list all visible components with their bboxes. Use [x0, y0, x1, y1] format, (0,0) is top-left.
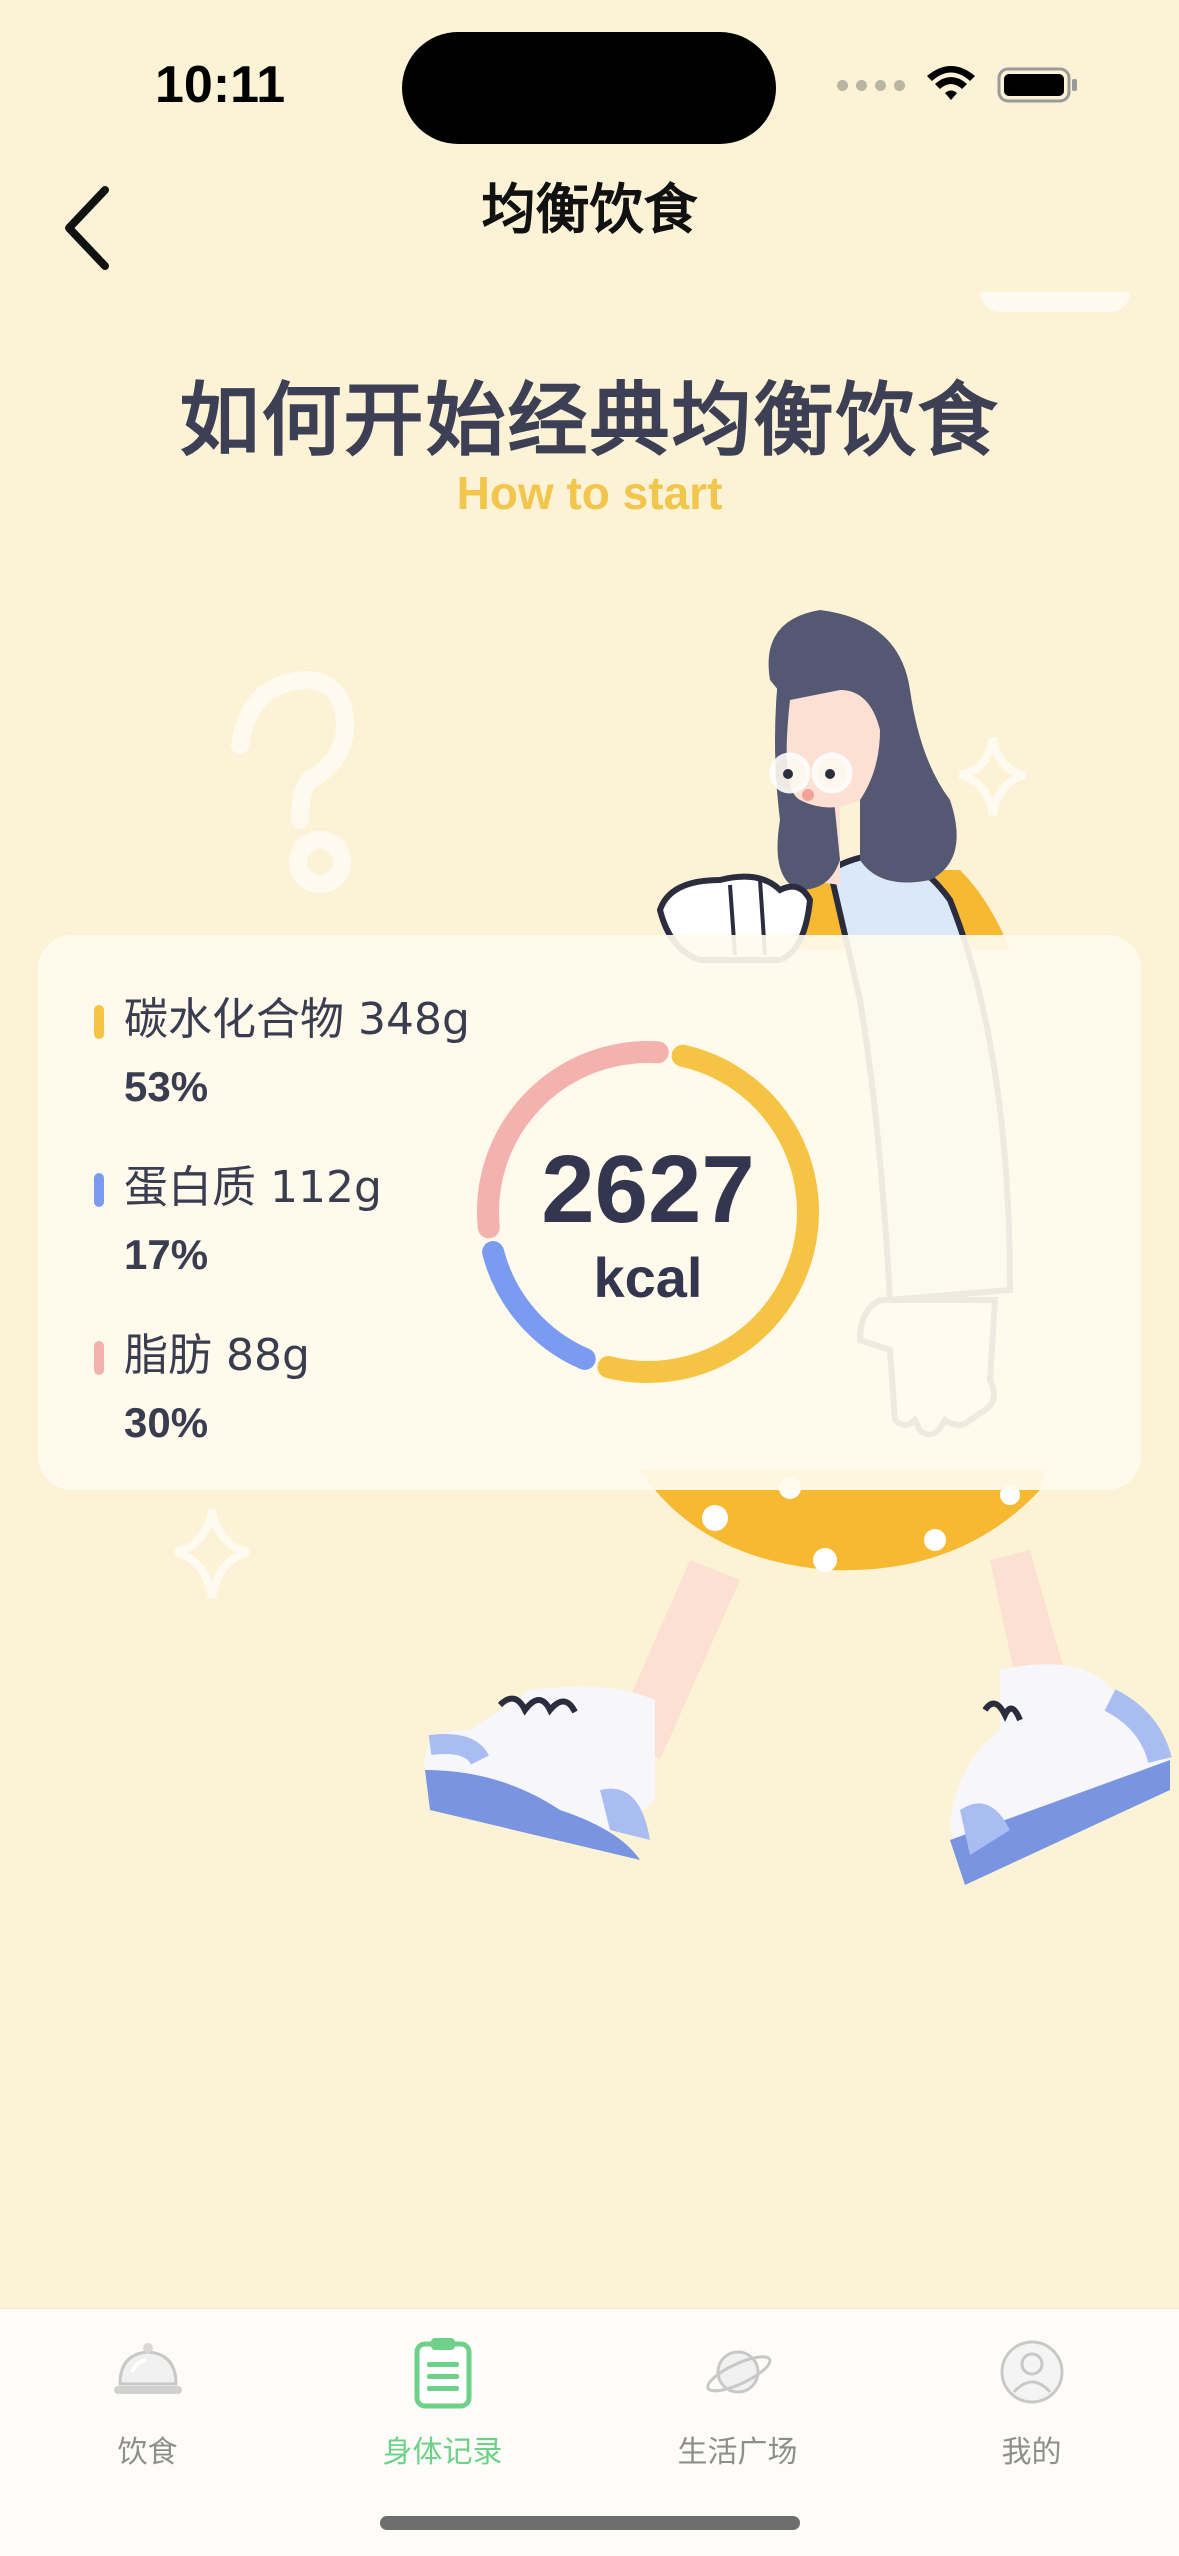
- cellular-signal-icon: [837, 79, 905, 91]
- decorative-pill: [980, 292, 1130, 312]
- battery-icon: [997, 67, 1077, 103]
- dynamic-island: [402, 32, 776, 144]
- hero-title: 如何开始经典均衡饮食: [179, 374, 1000, 467]
- home-indicator: [380, 2516, 800, 2530]
- legend-percent-fat: 30%: [124, 1399, 209, 1446]
- tab-label-life-square: 生活广场: [677, 2435, 798, 2470]
- tab-label-body-record: 身体记录: [382, 2435, 503, 2470]
- legend-percent-carbs: 53%: [124, 1063, 209, 1110]
- hero-subtitle: How to start: [456, 467, 723, 519]
- legend-label-fat: 脂肪 88g: [124, 1330, 310, 1381]
- legend-percent-protein: 17%: [124, 1231, 209, 1278]
- tab-life-square[interactable]: 生活广场: [590, 2309, 885, 2489]
- status-time: 10:11: [155, 56, 286, 114]
- nutrition-card: 碳水化合物 348g 53% 蛋白质 112g 17% 脂肪 88g 30% 2…: [38, 935, 1141, 1490]
- screen: 10:11 均衡饮食 如何开始经典均衡饮食 How to start 碳水化合物…: [0, 0, 1179, 2556]
- legend-marker-carbs: [94, 1005, 104, 1039]
- total-calories-value: 2627: [541, 1136, 755, 1243]
- legend-label-carbs: 碳水化合物 348g: [124, 994, 470, 1045]
- tab-label-mine: 我的: [1001, 2435, 1062, 2470]
- legend-marker-protein: [94, 1173, 104, 1207]
- status-icons: [837, 66, 1079, 104]
- legend-marker-fat: [94, 1341, 104, 1375]
- question-mark-icon: [231, 670, 355, 893]
- tab-mine[interactable]: 我的: [884, 2309, 1179, 2489]
- profile-icon: [1000, 2340, 1064, 2404]
- planet-icon: [706, 2350, 772, 2394]
- page-title: 均衡饮食: [481, 178, 698, 241]
- legend-label-protein: 蛋白质 112g: [124, 1162, 382, 1213]
- tab-label-diet: 饮食: [117, 2435, 178, 2470]
- sparkle-icon: [174, 1509, 250, 1599]
- wifi-icon: [927, 66, 975, 100]
- tab-body-record[interactable]: 身体记录: [295, 2309, 590, 2489]
- clipboard-icon: [414, 2338, 472, 2409]
- sparkle-icon: [958, 737, 1027, 816]
- tab-diet[interactable]: 饮食: [0, 2309, 295, 2489]
- total-calories-unit: kcal: [593, 1246, 703, 1309]
- food-cloche-icon: [114, 2343, 182, 2394]
